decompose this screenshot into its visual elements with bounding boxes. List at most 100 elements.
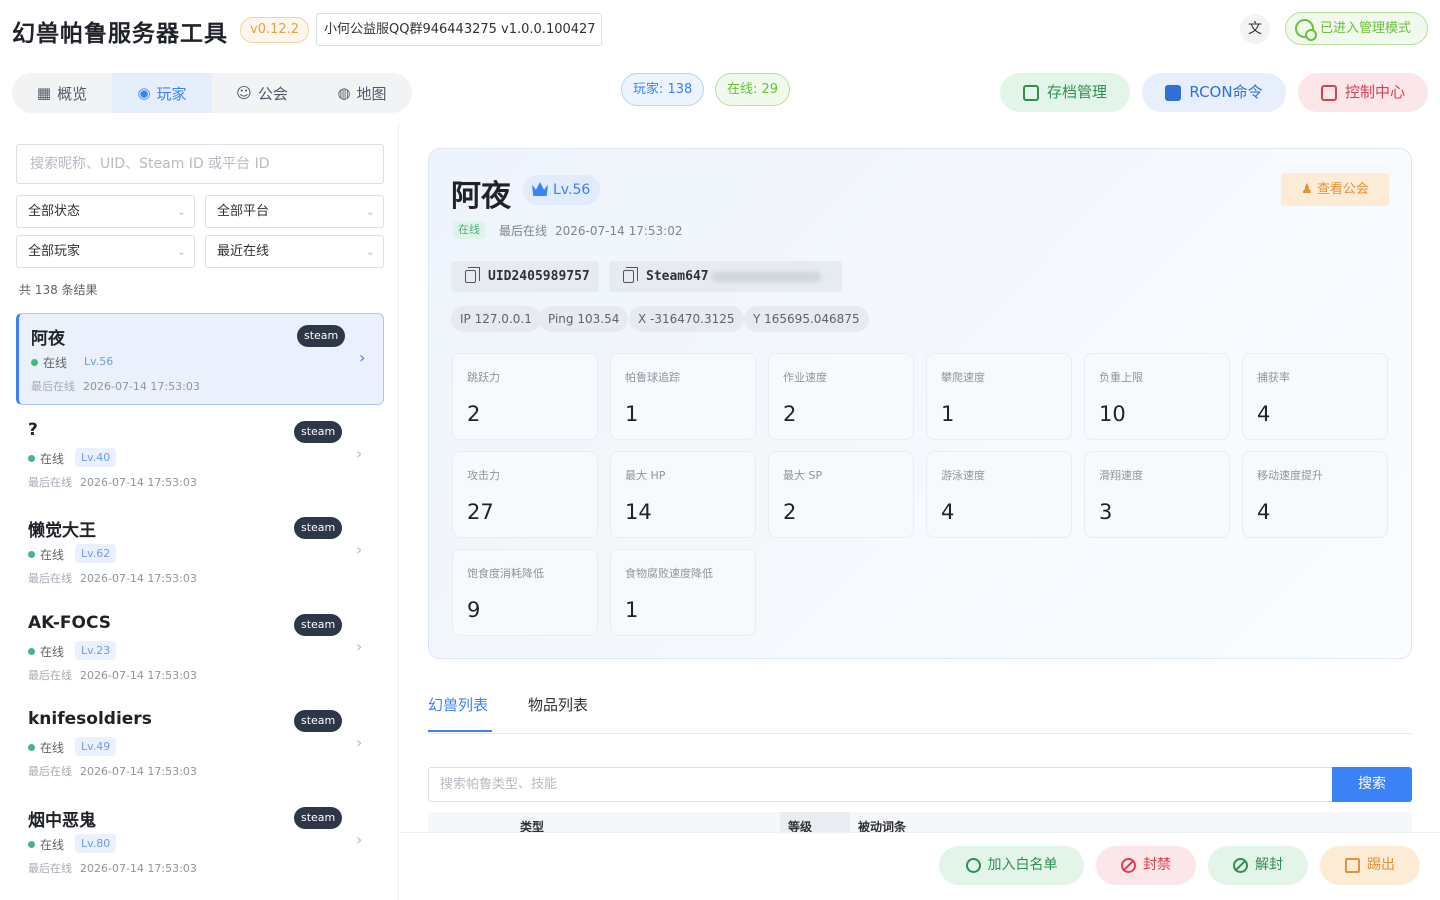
tab-map-label: 地图 (356, 84, 387, 103)
player-card[interactable]: ? steam 在线 Lv.40 最后在线 2026-07-14 17:53:03… (16, 410, 384, 502)
tab-players-label: 玩家 (156, 84, 187, 103)
stat-value: 10 (1099, 402, 1126, 426)
player-card[interactable]: AK-FOCS steam 在线 Lv.23 最后在线 2026-07-14 17… (16, 603, 384, 695)
player-type-select-value: 全部玩家 (28, 244, 81, 259)
stat-label: 移动速度提升 (1257, 469, 1323, 482)
online-dot-icon (28, 551, 35, 558)
stat-label: 滑翔速度 (1099, 469, 1143, 482)
chevron-down-icon: ⌄ (176, 205, 186, 218)
last-online-label: 最后在线 (28, 861, 72, 875)
status-select[interactable]: 全部状态 ⌄ (16, 195, 195, 228)
online-status: 在线 (28, 836, 64, 853)
detail-last-online-label: 最后在线 (499, 224, 548, 238)
player-card[interactable]: 懒觉大王 steam 在线 Lv.62 最后在线 2026-07-14 17:53… (16, 506, 384, 598)
archive-manage-button[interactable]: 存档管理 (1000, 73, 1130, 112)
player-count-badge: 玩家: 138 (621, 73, 705, 106)
platform-badge: steam (297, 325, 346, 347)
stat-card: 最大 SP 2 (768, 451, 914, 538)
player-name: ? (28, 419, 38, 440)
detail-status-badge: 在线 (453, 221, 485, 239)
tab-map[interactable]: ◍ 地图 (312, 73, 412, 113)
stat-value: 2 (783, 402, 797, 426)
uid-text: UID2405989757 (488, 269, 590, 284)
online-count-badge: 在线: 29 (715, 73, 791, 106)
ban-button[interactable]: 封禁 (1096, 846, 1196, 885)
tab-guilds[interactable]: ☺ 公会 (212, 73, 312, 113)
stat-card: 负重上限 10 (1084, 353, 1230, 440)
unban-button[interactable]: 解封 (1208, 846, 1308, 885)
chevron-right-icon: › (356, 733, 363, 752)
sort-select[interactable]: 最近在线 ⌄ (205, 235, 384, 268)
control-center-button[interactable]: 控制中心 (1298, 73, 1428, 112)
stat-card: 跳跃力 2 (452, 353, 598, 440)
guild-user-icon: ♟ (1301, 182, 1313, 197)
level-badge: Lv.56 (78, 352, 120, 371)
rcon-command-button[interactable]: RCON命令 (1142, 73, 1286, 112)
player-list: 阿夜 steam 在线 Lv.56 最后在线 2026-07-14 17:53:0… (16, 313, 384, 892)
stat-value: 4 (941, 500, 955, 524)
level-badge: Lv.49 (75, 737, 117, 756)
player-card[interactable]: 阿夜 steam 在线 Lv.56 最后在线 2026-07-14 17:53:0… (16, 313, 384, 405)
stat-value: 1 (625, 402, 639, 426)
last-online-time: 2026-07-14 17:53:03 (80, 475, 197, 489)
player-type-select[interactable]: 全部玩家 ⌄ (16, 235, 195, 268)
chevron-right-icon: › (356, 829, 363, 849)
pal-search-input[interactable] (428, 767, 1332, 802)
platform-badge: steam (294, 710, 343, 732)
x-coordinate-chip: X -316470.3125 (629, 306, 744, 332)
app-header: 幻兽帕鲁服务器工具 v0.12.2 小何公益服QQ群946443275 v1.0… (0, 0, 1440, 60)
steam-id-redacted (710, 271, 821, 282)
level-badge: Lv.80 (75, 833, 117, 853)
ping-chip: Ping 103.54 (539, 306, 629, 332)
detail-level-text: Lv.56 (553, 182, 591, 198)
stat-value: 2 (783, 500, 797, 524)
player-card[interactable]: knifesoldiers steam 在线 Lv.49 最后在线 2026-07… (16, 699, 384, 791)
gamepad-icon: ◉ (137, 84, 151, 102)
tab-guilds-label: 公会 (257, 84, 288, 103)
tab-overview[interactable]: ▦ 概览 (12, 73, 112, 113)
status-text: 在线 (43, 356, 68, 370)
stat-label: 攀爬速度 (941, 371, 985, 384)
stat-card: 帕鲁球追踪 1 (610, 353, 756, 440)
player-search-input[interactable] (16, 144, 384, 184)
tab-players[interactable]: ◉ 玩家 (112, 73, 212, 113)
admin-mode-badge[interactable]: 已进入管理模式 (1285, 12, 1428, 45)
tab-item-list[interactable]: 物品列表 (528, 690, 588, 720)
last-online-label: 最后在线 (28, 668, 72, 682)
stat-card: 最大 HP 14 (610, 451, 756, 538)
stat-label: 游泳速度 (941, 469, 985, 482)
online-dot-icon (28, 647, 35, 655)
player-card[interactable]: 烟中恶鬼 steam 在线 Lv.80 最后在线 2026-07-14 17:53… (16, 796, 384, 888)
y-coordinate-chip: Y 165695.046875 (744, 306, 869, 332)
last-online-time: 2026-07-14 17:53:03 (80, 861, 197, 875)
chevron-right-icon: › (356, 540, 363, 559)
admin-mode-label: 已进入管理模式 (1320, 21, 1412, 36)
platform-badge: steam (294, 517, 343, 539)
kick-button[interactable]: 踢出 (1320, 846, 1420, 885)
add-whitelist-button[interactable]: 加入白名单 (939, 846, 1084, 885)
platform-select[interactable]: 全部平台 ⌄ (205, 195, 384, 228)
tab-pal-list[interactable]: 幻兽列表 (428, 690, 488, 720)
admin-shield-icon (1295, 19, 1317, 41)
last-online: 最后在线 2026-07-14 17:53:03 (31, 378, 200, 394)
steam-id-copy-chip[interactable]: Steam647 (609, 261, 842, 292)
last-online: 最后在线 2026-07-14 17:53:03 (28, 474, 197, 490)
status-select-value: 全部状态 (28, 204, 81, 219)
stat-label: 捕获率 (1257, 371, 1290, 384)
online-status: 在线 (28, 739, 64, 756)
server-name-field[interactable]: 小何公益服QQ群946443275 v1.0.0.100427 (316, 13, 602, 46)
grid-icon: ▦ (36, 84, 52, 102)
stat-value: 27 (467, 500, 494, 524)
detail-player-name: 阿夜 (451, 179, 511, 214)
uid-copy-chip[interactable]: UID2405989757 (451, 261, 599, 292)
translate-icon[interactable]: 文 (1240, 14, 1270, 44)
terminal-icon (1165, 84, 1182, 101)
stat-card: 食物腐败速度降低 1 (610, 549, 756, 636)
archive-icon (1022, 84, 1039, 101)
view-guild-button[interactable]: ♟ 查看公会 (1281, 173, 1389, 206)
version-badge: v0.12.2 (240, 17, 310, 43)
online-dot-icon (28, 454, 35, 462)
pal-search-button[interactable]: 搜索 (1332, 767, 1412, 802)
chevron-right-icon: › (356, 636, 363, 656)
stat-label: 作业速度 (783, 371, 827, 384)
